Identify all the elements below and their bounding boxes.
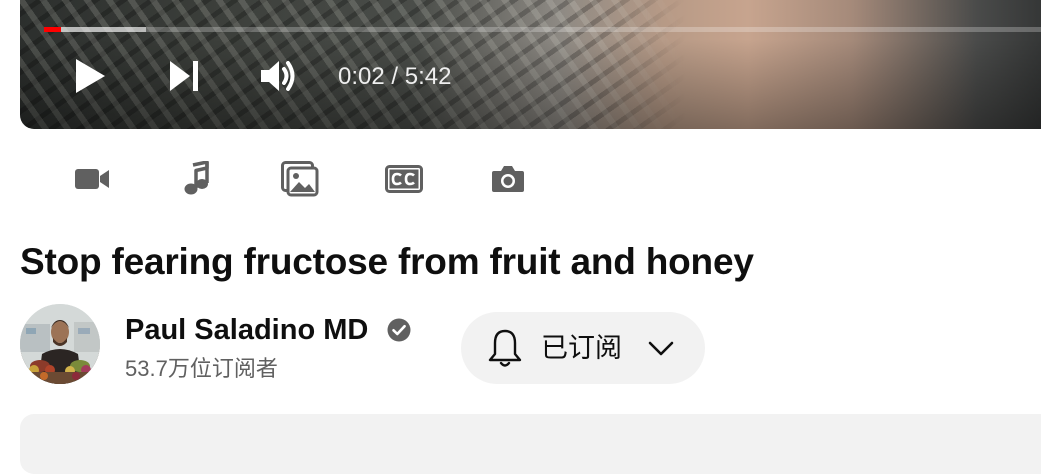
bell-icon — [488, 329, 522, 367]
volume-icon — [261, 61, 295, 91]
image-gallery-icon — [281, 161, 319, 197]
chevron-down-icon — [648, 341, 674, 356]
captions-button[interactable] — [380, 155, 428, 203]
closed-captions-icon — [385, 165, 423, 193]
play-button[interactable] — [66, 56, 114, 96]
channel-name[interactable]: Paul Saladino MD — [125, 312, 368, 348]
time-display: 0:02 / 5:42 — [338, 63, 452, 90]
video-camera-icon — [75, 169, 109, 189]
description-box[interactable] — [20, 414, 1041, 474]
verified-check-icon — [387, 318, 411, 342]
music-note-icon — [184, 161, 209, 195]
subscribed-label: 已订阅 — [541, 333, 622, 363]
next-button[interactable] — [160, 56, 208, 96]
subscriber-count: 53.7万位订阅者 — [125, 356, 278, 381]
play-icon — [76, 59, 105, 93]
audio-button[interactable] — [172, 155, 220, 203]
video-player[interactable]: 0:02 / 5:42 — [20, 0, 1041, 129]
progress-bar[interactable] — [44, 27, 1041, 32]
avatar[interactable] — [20, 304, 100, 384]
skip-next-icon — [170, 61, 198, 91]
volume-button[interactable] — [254, 56, 302, 96]
progress-played — [44, 27, 62, 32]
screenshot-button[interactable] — [484, 155, 532, 203]
camera-icon — [492, 166, 524, 192]
channel-avatar-image — [20, 304, 100, 384]
video-title: Stop fearing fructose from fruit and hon… — [20, 241, 754, 282]
subscribed-button[interactable]: 已订阅 — [461, 312, 705, 384]
images-button[interactable] — [276, 155, 324, 203]
media-toolbar — [0, 155, 560, 203]
video-button[interactable] — [68, 155, 116, 203]
